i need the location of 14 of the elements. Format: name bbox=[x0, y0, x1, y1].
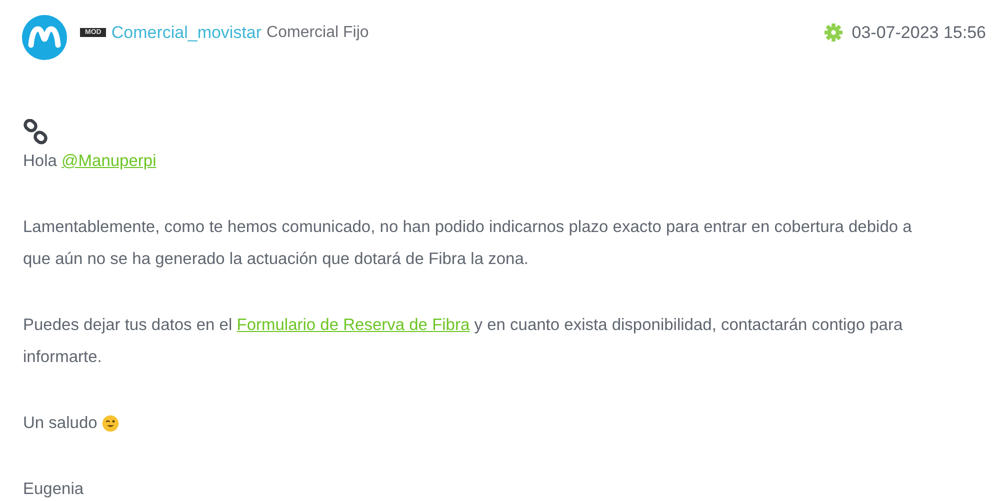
message-paragraph: Eugenia bbox=[23, 479, 85, 500]
message-paragraph: Puedes dejar tus datos en el Formulario de Reserva de Fibra y en cuanto exista disponibilidad, contactarán contigo para informarte. bbox=[23, 315, 904, 368]
message-paragraph: Hola @Manuperpi bbox=[23, 151, 158, 172]
gear-icon bbox=[824, 23, 843, 42]
chain-link-icon[interactable] bbox=[23, 119, 49, 145]
wink-emoji-icon bbox=[102, 415, 119, 432]
author-rank: Comercial Fijo bbox=[266, 24, 369, 42]
text-link[interactable]: Formulario de Reserva de Fibra bbox=[236, 316, 470, 334]
post-timestamp: 03-07-2023 15:56 bbox=[852, 22, 986, 42]
text-link[interactable]: @Manuperpi bbox=[62, 152, 156, 170]
message-paragraph: Un saludo bbox=[23, 407, 918, 439]
author-name[interactable]: Comercial_movistar bbox=[111, 22, 262, 42]
message-paragraph: Lamentablemente, como te hemos comunicado, no han podido indicarnos plazo exacto para entrar en cobertura debido a que aún no se ha generado la actuación que dotará de Fibra la zona. bbox=[23, 217, 913, 270]
avatar-logo-icon bbox=[22, 15, 67, 60]
